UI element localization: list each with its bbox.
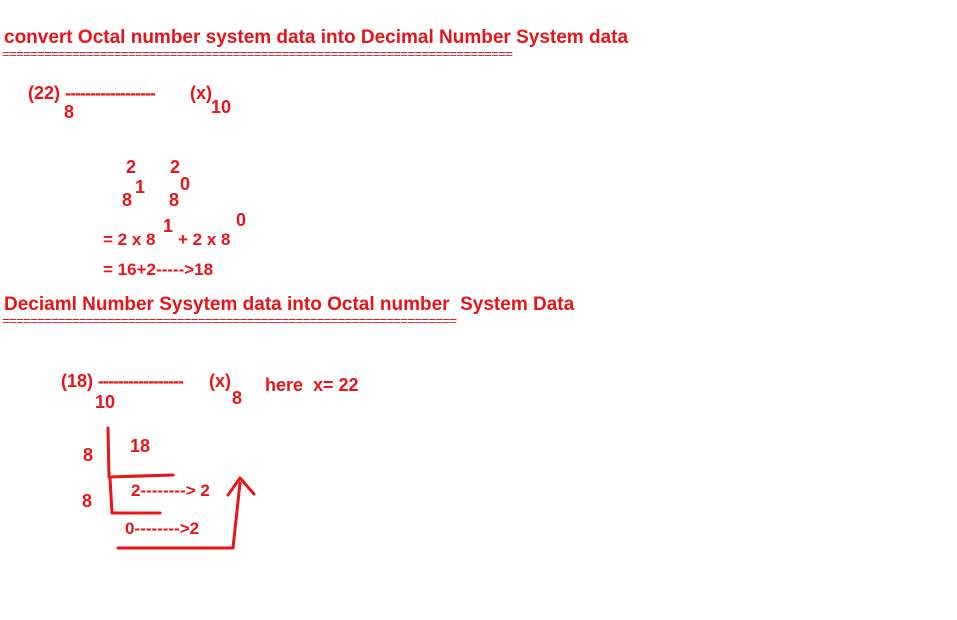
stroke-group: [106, 426, 256, 550]
octal-decimal-conversion-notes: convert Octal number system data into De…: [0, 0, 957, 620]
division-bracket-2: [108, 476, 162, 515]
hand-drawn-strokes: [106, 426, 256, 550]
result-underline-arrow: [116, 481, 242, 550]
division-bracket-1: [106, 426, 175, 479]
